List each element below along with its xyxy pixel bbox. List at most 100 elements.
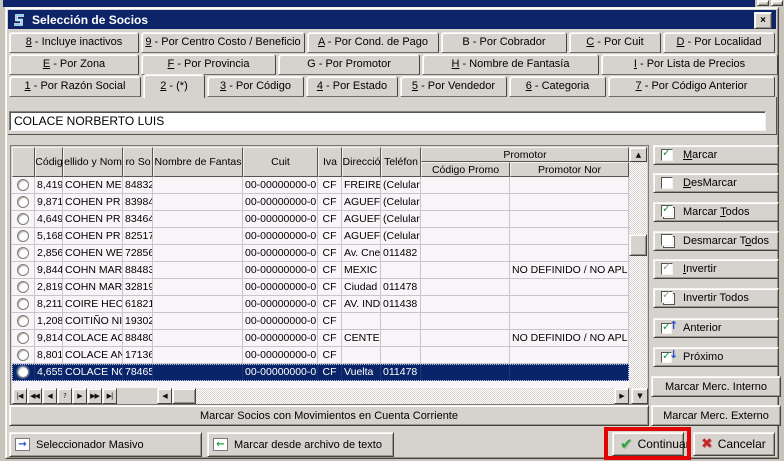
background-window-button [771,0,783,6]
col-header-ellido-y-nom[interactable]: ellido y Nom [63,147,123,177]
row-marker-radio[interactable] [12,330,35,347]
cell-promotor_nombre [510,279,629,296]
marcar-movimientos-button[interactable]: Marcar Socios con Movimientos en Cuenta … [9,405,649,426]
tab-3-por-c-digo[interactable]: 3 - Por Código [207,76,304,97]
record-navigator: |◀◀◀◀?▶▶▶▶| [12,388,117,404]
grid-header-row: Códigellido y Nomro SoNombre de FantasCu… [12,147,629,177]
tab-4-por-estado[interactable]: 4 - Por Estado [306,76,398,97]
table-row[interactable]: 8,211COIRE HEC6182100-00000000-0CFAV. IN… [12,296,629,313]
tab-5-por-vendedor[interactable]: 5 - Por Vendedor [400,76,507,97]
desmarcar-todos-button[interactable]: Desmarcar Todos [653,231,779,251]
tab-9-por-centro-costo-beneficio[interactable]: 9 - Por Centro Costo / Beneficio [141,32,305,53]
tab-f-por-provincia[interactable]: F - Por Provincia [141,54,276,75]
nav-next-page-button[interactable]: ▶▶ [87,388,102,404]
col-group-promotor: Promotor [421,147,629,162]
cancelar-button[interactable]: ✖ Cancelar [693,432,775,456]
table-row[interactable]: 5,168COHEN PR8251700-00000000-0CFAGUEF(C… [12,228,629,245]
red-x-icon: ✖ [701,436,713,452]
tab-g-por-promotor[interactable]: G - Por Promotor [278,54,420,75]
tab-c-por-cuit[interactable]: C - Por Cuit [569,32,661,53]
desmarcar-button[interactable]: DesMarcar [653,173,779,193]
col-header-iva[interactable]: Iva [318,147,342,177]
row-marker-radio[interactable] [12,228,35,245]
row-marker-radio[interactable] [12,347,35,364]
marcar-todos-button[interactable]: ✓Marcar Todos [653,202,779,222]
col-header-c-dig[interactable]: Códig [35,147,63,177]
seleccionador-masivo-button[interactable]: → Seleccionador Masivo [9,432,202,457]
invertir-todos-button[interactable]: ✓Invertir Todos [653,288,779,308]
table-row[interactable]: 8,801COLACE AN1713600-00000000-0CF [12,347,629,364]
h-scrollbar-left-icon[interactable]: ◀ [157,388,172,404]
cell-fantasia [153,262,243,279]
cell-cuit: 00-00000000-0 [243,313,318,330]
table-row[interactable]: 8,419COHEN ME8483200-00000000-0CFFREIRE(… [12,177,629,194]
search-input[interactable] [9,111,766,131]
h-scrollbar-thumb[interactable] [172,388,196,404]
continuar-button[interactable]: ✔ Continuar [612,432,684,456]
row-marker-radio[interactable] [12,296,35,313]
row-marker-radio[interactable] [12,177,35,194]
col-header-ro-so[interactable]: ro So [123,147,153,177]
tab-a-por-cond-de-pago[interactable]: A - Por Cond. de Pago [307,32,439,53]
nav-last-button[interactable]: ▶| [102,388,117,404]
row-marker-radio[interactable] [12,211,35,228]
tab-2[interactable]: 2 - (*) [143,74,205,98]
tab-6-categoria[interactable]: 6 - Categoria [509,76,606,97]
table-row[interactable]: 2,819COHN MAR3281900-00000000-0CFCiudad0… [12,279,629,296]
nav-prior-button[interactable]: ◀ [42,388,57,404]
invertir-button[interactable]: ✓Invertir [653,259,779,279]
v-scrollbar-track[interactable] [629,162,647,388]
tab-b-por-cobrador[interactable]: B - Por Cobrador [441,32,567,53]
cell-telefono: 011438 [381,296,421,313]
table-row[interactable]: 4,649COHEN PR8346400-00000000-0CFAGUEF(C… [12,211,629,228]
nav-prior-page-button[interactable]: ◀◀ [27,388,42,404]
col-header-tel-fon[interactable]: Teléfon [381,147,421,177]
nav-next-button[interactable]: ▶ [72,388,87,404]
row-marker-radio[interactable] [12,262,35,279]
col-header-marker[interactable] [12,147,35,177]
table-row[interactable]: 9,871COHEN PR8398400-00000000-0CFAGUEF(C… [12,194,629,211]
close-icon[interactable]: × [754,12,772,29]
tab-i-por-lista-de-precios[interactable]: I - Por Lista de Precios [601,54,778,75]
marcar-button[interactable]: ✓Marcar [653,145,779,165]
table-row[interactable]: 9,814COLACE AG8848000-00000000-0CFCENTEN… [12,330,629,347]
row-marker-radio[interactable] [12,194,35,211]
tab-h-nombre-de-fantas-a[interactable]: H - Nombre de Fantasía [422,54,599,75]
v-scrollbar-down-icon[interactable]: ▼ [631,388,648,404]
row-marker-radio[interactable] [12,364,35,381]
nav-help-button[interactable]: ? [57,388,72,404]
row-marker-radio[interactable] [12,279,35,296]
cell-promotor_nombre [510,228,629,245]
col-header-c-digo-promo[interactable]: Código Promo [421,162,510,177]
table-row[interactable]: 2,856COHEN WE7285600-00000000-0CFAv. Cne… [12,245,629,262]
h-scrollbar-right-icon[interactable]: ▶ [614,388,629,404]
row-marker-radio[interactable] [12,313,35,330]
col-header-promotor-nor[interactable]: Promotor Nor [510,162,629,177]
tab-7-por-c-digo-anterior[interactable]: 7 - Por Código Anterior [608,76,775,97]
cell-codigo: 4,655 [35,364,63,381]
col-header-cuit[interactable]: Cuit [243,147,318,177]
cell-codigo_promo [421,364,510,381]
cell-direccion [342,347,381,364]
cell-apellido: COHEN ME [63,177,123,194]
marcar-merc-interno-button[interactable]: Marcar Merc. Interno [651,376,781,397]
table-row[interactable]: 1,208COITIÑO NI1930200-00000000-0CF [12,313,629,330]
marcar-merc-externo-button[interactable]: Marcar Merc. Externo [651,405,781,426]
pr-ximo-button[interactable]: ✓↓Próximo [653,347,779,367]
col-header-nombre-de-fantas[interactable]: Nombre de Fantas [153,147,243,177]
anterior-button[interactable]: ✓↑Anterior [653,318,779,338]
v-scrollbar-thumb[interactable] [629,234,647,256]
row-marker-radio[interactable] [12,245,35,262]
grid-rows: 8,419COHEN ME8483200-00000000-0CFFREIRE(… [12,177,629,388]
nav-first-button[interactable]: |◀ [12,388,27,404]
marcar-desde-archivo-button[interactable]: ← Marcar desde archivo de texto [207,432,394,457]
tab-e-por-zona[interactable]: E - Por Zona [9,54,139,75]
tab-8-incluye-inactivos[interactable]: 8 - Incluye inactivos [9,32,139,53]
table-row[interactable]: 4,655COLACE NO7846500-00000000-0CFVuelta… [12,364,629,381]
table-row[interactable]: 9,844COHN MAR8848300-00000000-0CFMEXICNO… [12,262,629,279]
col-header-direcci[interactable]: Direcció [342,147,381,177]
v-scrollbar-up-icon[interactable]: ▲ [629,147,647,162]
tab-d-por-localidad[interactable]: D - Por Localidad [663,32,775,53]
tab-1-por-raz-n-social[interactable]: 1 - Por Razón Social [9,76,141,97]
h-scrollbar-track[interactable] [157,388,629,404]
